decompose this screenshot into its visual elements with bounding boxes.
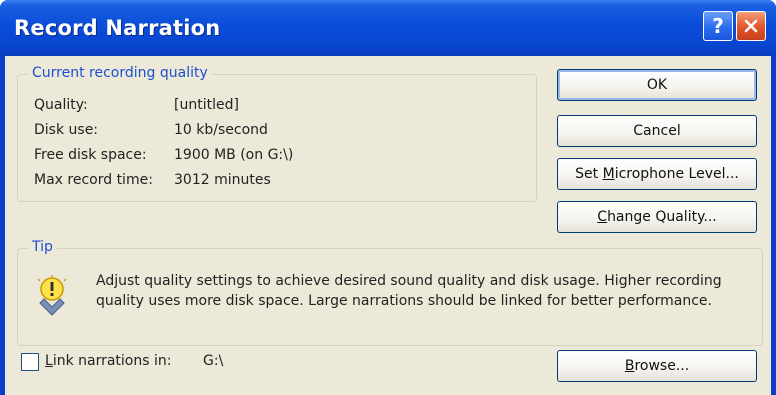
ok-button[interactable]: OK — [557, 69, 757, 101]
max-record-time-value: 3012 minutes — [174, 172, 271, 188]
close-button[interactable] — [736, 11, 766, 41]
cancel-button[interactable]: Cancel — [557, 115, 757, 147]
quality-value: [untitled] — [174, 97, 239, 113]
window-title: Record Narration — [14, 16, 221, 40]
help-button[interactable]: ? — [703, 11, 733, 41]
tip-text: Adjust quality settings to achieve desir… — [96, 273, 722, 309]
browse-label: Browse... — [624, 358, 690, 374]
help-icon: ? — [712, 14, 724, 38]
link-narrations-checkbox[interactable] — [21, 353, 39, 371]
record-narration-dialog: Record Narration ? Current recording qua… — [0, 0, 776, 395]
set-microphone-level-button[interactable]: Set Microphone Level... — [557, 158, 757, 190]
tip-group: Tip Adjust quality settings to achieve d… — [17, 239, 763, 346]
free-disk-space-value: 1900 MB (on G:\) — [174, 147, 294, 163]
free-disk-space-label: Free disk space: — [34, 147, 147, 163]
ok-label: OK — [646, 77, 668, 93]
cancel-label: Cancel — [633, 123, 681, 139]
lightbulb-icon — [37, 275, 67, 316]
max-record-time-label: Max record time: — [34, 172, 153, 188]
quality-label: Quality: — [34, 97, 88, 113]
dialog-body: Current recording quality Quality: [unti… — [5, 56, 771, 395]
disk-use-value: 10 kb/second — [174, 122, 268, 138]
tip-legend: Tip — [28, 239, 57, 255]
disk-use-label: Disk use: — [34, 122, 99, 138]
link-narrations-path: G:\ — [203, 353, 224, 369]
change-quality-label: Change Quality... — [597, 209, 717, 225]
recording-quality-group: Current recording quality Quality: [unti… — [17, 65, 537, 202]
change-quality-button[interactable]: Change Quality... — [557, 201, 757, 233]
browse-button[interactable]: Browse... — [557, 350, 757, 382]
close-icon — [744, 19, 758, 33]
set-microphone-level-label: Set Microphone Level... — [575, 166, 739, 182]
title-bar[interactable]: Record Narration ? — [0, 0, 776, 56]
recording-quality-legend: Current recording quality — [28, 65, 212, 81]
link-narrations-label[interactable]: Link narrations in: — [45, 353, 171, 369]
